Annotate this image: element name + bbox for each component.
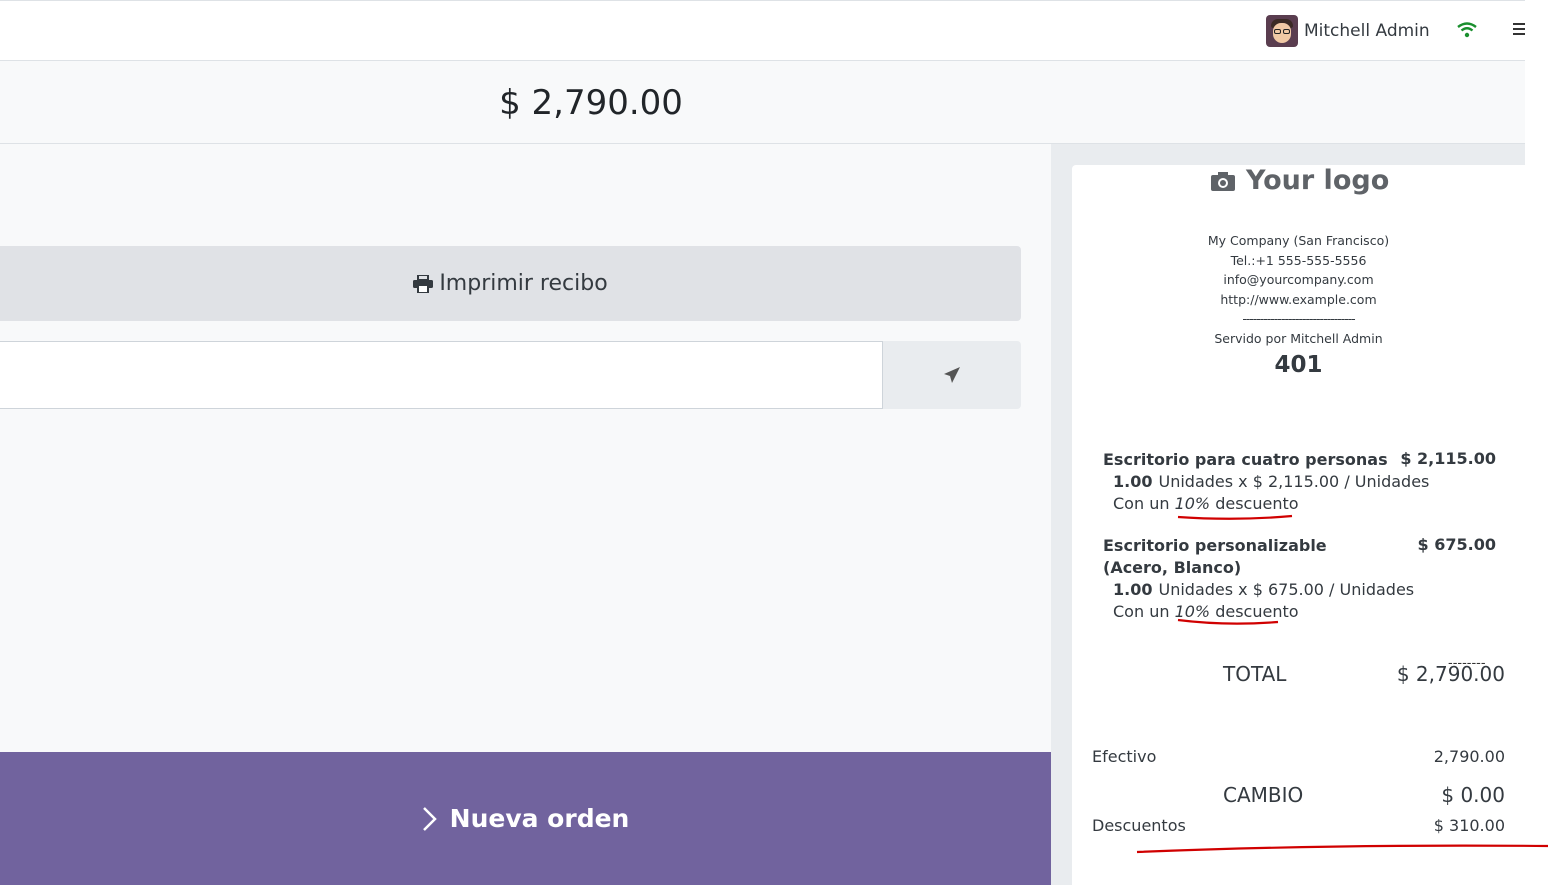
hamburger-menu-icon[interactable]	[1513, 23, 1525, 37]
chevron-right-icon	[422, 806, 437, 831]
discounts-label: Descuentos	[1092, 816, 1186, 835]
separator: --------------------------------	[1242, 311, 1355, 327]
product-name: Escritorio para cuatro personas	[1103, 450, 1388, 469]
company-logo: Your logo	[1210, 165, 1389, 196]
change-value: $ 0.00	[1441, 783, 1505, 807]
discount-prefix: Con un	[1113, 494, 1170, 513]
receipt-preview-pane: Your logo My Company (San Francisco) Tel…	[1051, 144, 1525, 885]
line-detail: 1.00 Unidades x $ 675.00 / Unidades	[1113, 579, 1496, 601]
camera-icon	[1211, 171, 1235, 191]
discount-word: descuento	[1215, 602, 1299, 621]
unit-detail: Unidades x $ 675.00 / Unidades	[1158, 580, 1415, 599]
company-email: info@yourcompany.com	[1223, 272, 1374, 288]
user-name[interactable]: Mitchell Admin	[1304, 21, 1430, 41]
amount-bar: $ 2,790.00	[0, 61, 1525, 144]
email-input[interactable]	[0, 341, 883, 409]
receipt: Your logo My Company (San Francisco) Tel…	[1072, 165, 1525, 885]
send-email-button[interactable]	[883, 341, 1021, 409]
order-line: Escritorio personalizable (Acero, Blanco…	[1103, 535, 1496, 623]
line-qty: 1.00	[1113, 472, 1153, 491]
new-order-button[interactable]: Nueva orden	[0, 752, 1051, 885]
line-discount: Con un 10% descuento	[1113, 601, 1496, 623]
line-qty: 1.00	[1113, 580, 1153, 599]
total-value: $ 2,790.00	[1396, 662, 1505, 686]
new-order-label: Nueva orden	[449, 804, 630, 833]
amount-due: $ 2,790.00	[499, 83, 683, 123]
company-info: My Company (San Francisco) Tel.:+1 555-5…	[1072, 231, 1525, 349]
change-label: CAMBIO	[1223, 783, 1304, 807]
top-navbar: Mitchell Admin	[0, 0, 1525, 61]
printer-icon	[413, 274, 434, 293]
company-name: My Company (San Francisco)	[1207, 233, 1390, 248]
unit-detail: Unidades x $ 2,115.00 / Unidades	[1158, 472, 1430, 491]
payment-value: 2,790.00	[1433, 747, 1505, 766]
wifi-icon[interactable]	[1457, 22, 1477, 38]
total-label: TOTAL	[1223, 662, 1287, 686]
send-icon	[944, 367, 960, 383]
user-menu[interactable]: Mitchell Admin	[1266, 15, 1430, 47]
print-receipt-button[interactable]: Imprimir recibo	[0, 246, 1021, 321]
product-name: Escritorio personalizable (Acero, Blanco…	[1103, 536, 1327, 577]
line-discount: Con un 10% descuento	[1113, 493, 1496, 515]
print-receipt-label: Imprimir recibo	[439, 271, 608, 296]
discount-percent: 10%	[1174, 602, 1211, 621]
discount-prefix: Con un	[1113, 602, 1170, 621]
discount-percent: 10%	[1174, 494, 1211, 513]
receipt-actions-pane: Imprimir recibo Nueva orden	[0, 144, 1051, 885]
avatar[interactable]	[1266, 15, 1298, 47]
line-detail: 1.00 Unidades x $ 2,115.00 / Unidades	[1113, 471, 1496, 493]
order-line: Escritorio para cuatro personas $ 2,115.…	[1103, 449, 1496, 515]
discounts-value: $ 310.00	[1433, 816, 1505, 835]
company-website: http://www.example.com	[1220, 291, 1377, 307]
order-number: 401	[1274, 352, 1323, 378]
line-price: $ 675.00	[1417, 535, 1496, 554]
payment-method-label: Efectivo	[1092, 747, 1157, 766]
logo-text: Your logo	[1246, 165, 1390, 196]
company-phone: Tel.:+1 555-555-5556	[1230, 252, 1367, 268]
served-by: Servido por Mitchell Admin	[1214, 330, 1383, 346]
line-price: $ 2,115.00	[1400, 449, 1496, 468]
discount-word: descuento	[1215, 494, 1299, 513]
